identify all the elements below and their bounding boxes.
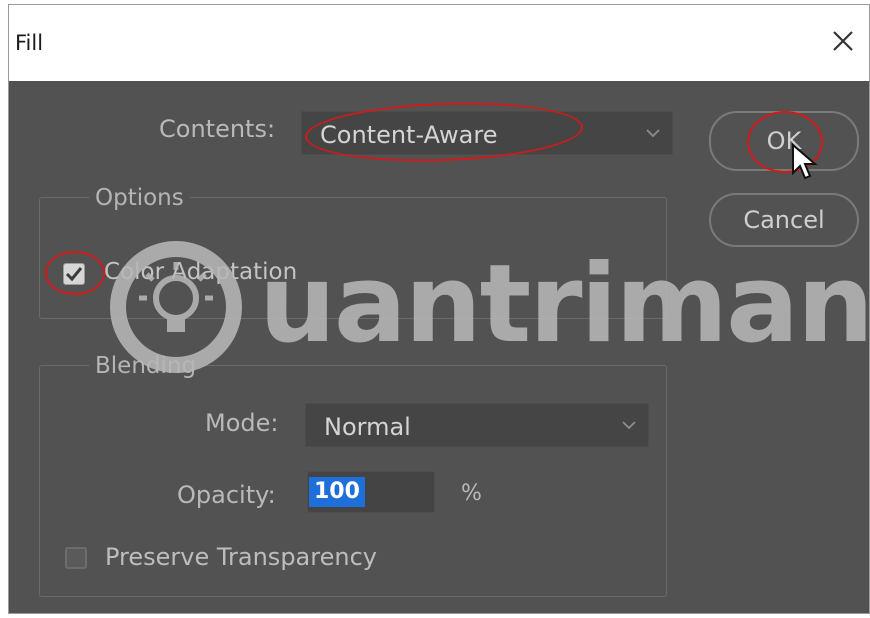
ok-button[interactable]: OK: [709, 111, 859, 171]
preserve-transparency-checkbox[interactable]: [65, 547, 87, 569]
window-title: Fill: [15, 31, 44, 55]
close-icon: [833, 31, 853, 51]
options-group: [39, 197, 667, 319]
contents-value: Content-Aware: [320, 121, 498, 149]
mode-label: Mode:: [205, 409, 279, 437]
chevron-down-icon: [622, 421, 636, 430]
fill-dialog: Fill Contents: Content-Aware OK Cancel O…: [8, 4, 870, 614]
contents-label: Contents:: [159, 115, 276, 143]
cancel-button[interactable]: Cancel: [709, 193, 859, 247]
title-bar: Fill: [9, 5, 869, 81]
close-button[interactable]: [825, 23, 861, 59]
mode-dropdown[interactable]: Normal: [305, 403, 649, 447]
contents-dropdown[interactable]: Content-Aware: [301, 111, 673, 155]
opacity-input[interactable]: 100: [307, 471, 435, 513]
mode-value: Normal: [324, 413, 411, 441]
opacity-unit: %: [461, 481, 482, 506]
color-adaptation-checkbox[interactable]: [63, 263, 85, 285]
opacity-value: 100: [309, 477, 365, 507]
color-adaptation-label: Color Adaptation: [104, 259, 298, 285]
check-icon: [65, 267, 83, 282]
preserve-transparency-label: Preserve Transparency: [105, 543, 377, 571]
opacity-label: Opacity:: [177, 481, 276, 509]
options-legend: Options: [89, 185, 190, 211]
dialog-body: Contents: Content-Aware OK Cancel Option…: [9, 81, 869, 613]
chevron-down-icon: [646, 129, 660, 138]
blending-legend: Blending: [89, 353, 203, 379]
